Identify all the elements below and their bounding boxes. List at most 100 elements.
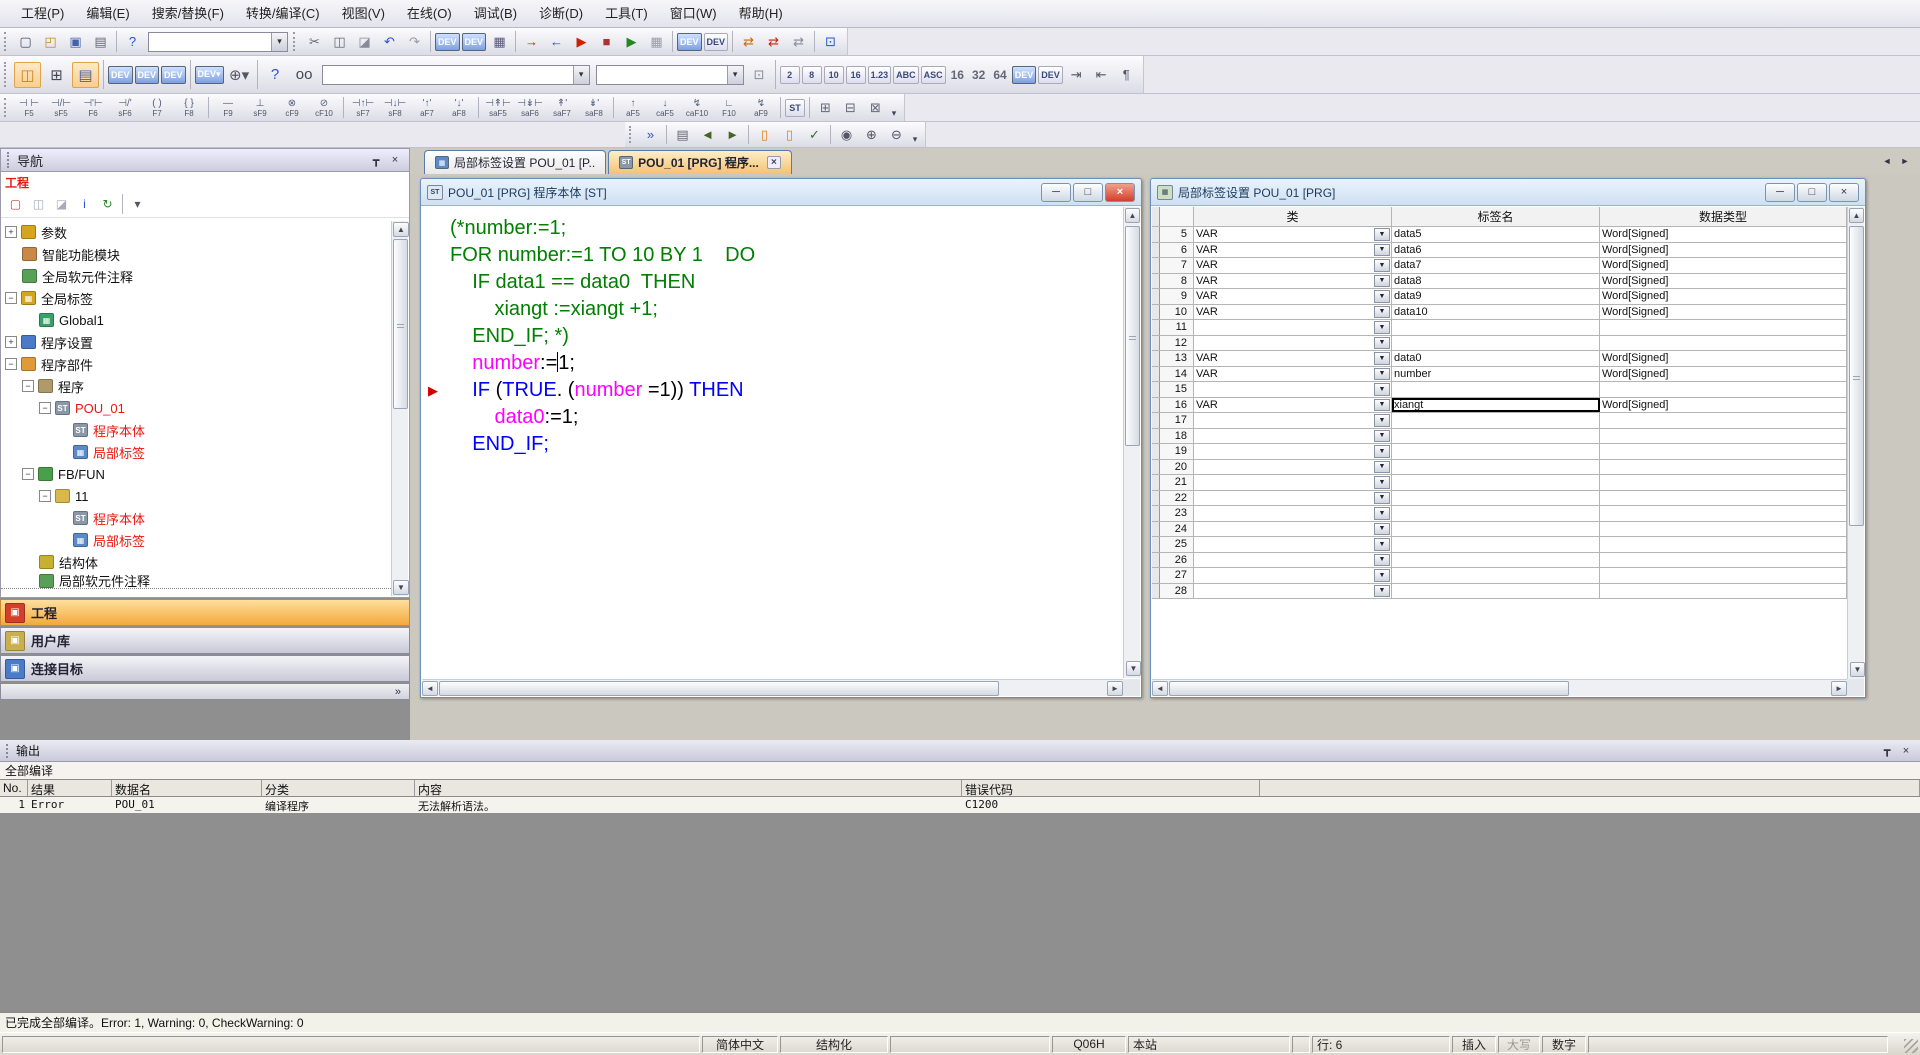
label-horizontal-scrollbar[interactable]: ◄ ►: [1152, 679, 1847, 696]
class-cell[interactable]: ▼: [1194, 537, 1392, 552]
label-name-cell[interactable]: [1392, 336, 1600, 351]
output-error-row[interactable]: 1ErrorPOU_01编译程序无法解析语法。C1200: [0, 797, 1920, 813]
tab-scroll-left-icon[interactable]: ◄: [1878, 152, 1896, 169]
label-row-11[interactable]: 11▼: [1152, 320, 1847, 336]
read-from-plc-icon[interactable]: ←: [545, 31, 568, 53]
label-name-cell[interactable]: number: [1392, 367, 1600, 382]
more-buttons-chevron[interactable]: »: [0, 683, 410, 700]
help-round-icon[interactable]: ?: [262, 62, 289, 88]
nav-new-icon[interactable]: ▢: [5, 194, 26, 214]
chevron-down-icon[interactable]: ▼: [1374, 507, 1390, 520]
menu-item-9[interactable]: 窗口(W): [659, 0, 728, 27]
menu-item-7[interactable]: 诊断(D): [528, 0, 594, 27]
class-cell[interactable]: VAR▼: [1194, 227, 1392, 242]
tree-item-全局标签[interactable]: −▦全局标签: [1, 287, 391, 309]
rising-pulse-icon[interactable]: ⊣↑⊢sF7: [348, 95, 378, 121]
scroll-left-icon[interactable]: ◄: [1152, 681, 1168, 696]
close-icon[interactable]: ×: [1829, 183, 1859, 202]
device-read-icon[interactable]: DEV: [704, 33, 729, 51]
chevron-down-icon[interactable]: ▼: [1374, 228, 1390, 241]
scroll-right-icon[interactable]: ►: [1831, 681, 1847, 696]
class-cell[interactable]: ▼: [1194, 336, 1392, 351]
zoom-out-icon[interactable]: ⊖: [885, 124, 908, 146]
verify-icon[interactable]: ⇄: [762, 31, 785, 53]
restore-icon[interactable]: □: [1797, 183, 1827, 202]
bookmark-icon[interactable]: ▯: [753, 124, 776, 146]
class-cell[interactable]: VAR▼: [1194, 243, 1392, 258]
chevron-down-icon[interactable]: ▼: [1374, 585, 1390, 598]
tree-item-程序[interactable]: −程序: [1, 375, 391, 397]
data-type-cell[interactable]: Word[Signed]: [1600, 351, 1847, 366]
label-row-15[interactable]: 15▼: [1152, 382, 1847, 398]
data-type-cell[interactable]: [1600, 320, 1847, 335]
label-row-26[interactable]: 26▼: [1152, 553, 1847, 569]
device-label-icon[interactable]: DEV: [1038, 66, 1063, 84]
tree-item-程序部件[interactable]: −程序部件: [1, 353, 391, 375]
label-row-24[interactable]: 24▼: [1152, 522, 1847, 538]
application-instruction-icon[interactable]: { }F8: [174, 95, 204, 121]
view-button-连接目标[interactable]: ▣连接目标: [0, 655, 410, 682]
restore-icon[interactable]: □: [1073, 183, 1103, 202]
edit-mode-icon[interactable]: ⊞: [814, 97, 837, 119]
open-contact-icon[interactable]: ⊣ ⊢F5: [14, 95, 44, 121]
data-type-cell[interactable]: [1600, 584, 1847, 599]
label-name-cell[interactable]: [1392, 413, 1600, 428]
program-check-icon[interactable]: ▤: [671, 124, 694, 146]
label-row-19[interactable]: 19▼: [1152, 444, 1847, 460]
menu-item-8[interactable]: 工具(T): [594, 0, 659, 27]
device-batch-icon[interactable]: DEV: [161, 66, 186, 84]
class-cell[interactable]: VAR▼: [1194, 367, 1392, 382]
class-cell[interactable]: ▼: [1194, 413, 1392, 428]
chevron-down-icon[interactable]: ▼: [1374, 368, 1390, 381]
class-cell[interactable]: ▼: [1194, 553, 1392, 568]
tree-item-程序本体[interactable]: ST程序本体: [1, 507, 391, 529]
undo-icon[interactable]: ↶: [378, 31, 401, 53]
display-abc-icon[interactable]: ABC: [893, 66, 919, 84]
label-name-cell[interactable]: data10: [1392, 305, 1600, 320]
data-type-cell[interactable]: [1600, 537, 1847, 552]
label-row-28[interactable]: 28▼: [1152, 584, 1847, 600]
tree-item-FB/FUN[interactable]: −FB/FUN: [1, 463, 391, 485]
close-contact-icon[interactable]: ⊣/⊢sF5: [46, 95, 76, 121]
data-type-cell[interactable]: Word[Signed]: [1600, 289, 1847, 304]
device-display-format-icon[interactable]: DEV: [1012, 66, 1037, 84]
chevron-down-icon[interactable]: ▼: [1374, 275, 1390, 288]
close-icon[interactable]: ×: [1898, 743, 1914, 758]
copy-icon[interactable]: ◫: [328, 31, 351, 53]
data-type-cell[interactable]: [1600, 491, 1847, 506]
menu-item-1[interactable]: 编辑(E): [75, 0, 140, 27]
inline-st-icon[interactable]: ST: [785, 99, 805, 117]
chevron-down-icon[interactable]: ▼: [1374, 290, 1390, 303]
falling-pulse-icon[interactable]: ⊣↓⊢sF8: [380, 95, 410, 121]
toolbar-overflow-icon[interactable]: ▾: [909, 122, 921, 147]
print-icon[interactable]: ▤: [89, 31, 112, 53]
monitor-stop-icon[interactable]: ■: [595, 31, 618, 53]
st-window-titlebar[interactable]: ST POU_01 [PRG] 程序本体 [ST] ─ □ ×: [421, 179, 1141, 206]
label-name-cell[interactable]: [1392, 444, 1600, 459]
chevron-down-icon[interactable]: ▼: [1374, 399, 1390, 412]
data-type-cell[interactable]: Word[Signed]: [1600, 398, 1847, 413]
data-type-cell[interactable]: [1600, 522, 1847, 537]
watch-start-icon[interactable]: ▶: [620, 31, 643, 53]
menu-item-6[interactable]: 调试(B): [463, 0, 528, 27]
scrollbar-thumb[interactable]: [393, 239, 408, 409]
pulse-conversion-icon[interactable]: ↯caF10: [682, 95, 712, 121]
data-type-cell[interactable]: Word[Signed]: [1600, 243, 1847, 258]
label-row-10[interactable]: 10VAR▼data10Word[Signed]: [1152, 305, 1847, 321]
chevron-down-icon[interactable]: ▼: [1374, 259, 1390, 272]
label-row-20[interactable]: 20▼: [1152, 460, 1847, 476]
label-name-cell[interactable]: data8: [1392, 274, 1600, 289]
label-name-cell[interactable]: [1392, 475, 1600, 490]
transfer-setup-icon[interactable]: ⇄: [737, 31, 760, 53]
open-project-icon[interactable]: ◰: [39, 31, 62, 53]
monitor-grid-icon[interactable]: ▦: [645, 31, 668, 53]
rising-pulse-close-icon[interactable]: ⊣↟⊢saF5: [483, 95, 513, 121]
menu-item-3[interactable]: 转换/编译(C): [235, 0, 331, 27]
label-name-cell[interactable]: [1392, 584, 1600, 599]
st-vertical-scrollbar[interactable]: ▲ ▼: [1123, 207, 1140, 678]
class-cell[interactable]: VAR▼: [1194, 274, 1392, 289]
close-icon[interactable]: ×: [1105, 183, 1135, 202]
watch-register-icon[interactable]: ◉: [835, 124, 858, 146]
class-cell[interactable]: VAR▼: [1194, 398, 1392, 413]
chevron-down-icon[interactable]: ▼: [1374, 569, 1390, 582]
